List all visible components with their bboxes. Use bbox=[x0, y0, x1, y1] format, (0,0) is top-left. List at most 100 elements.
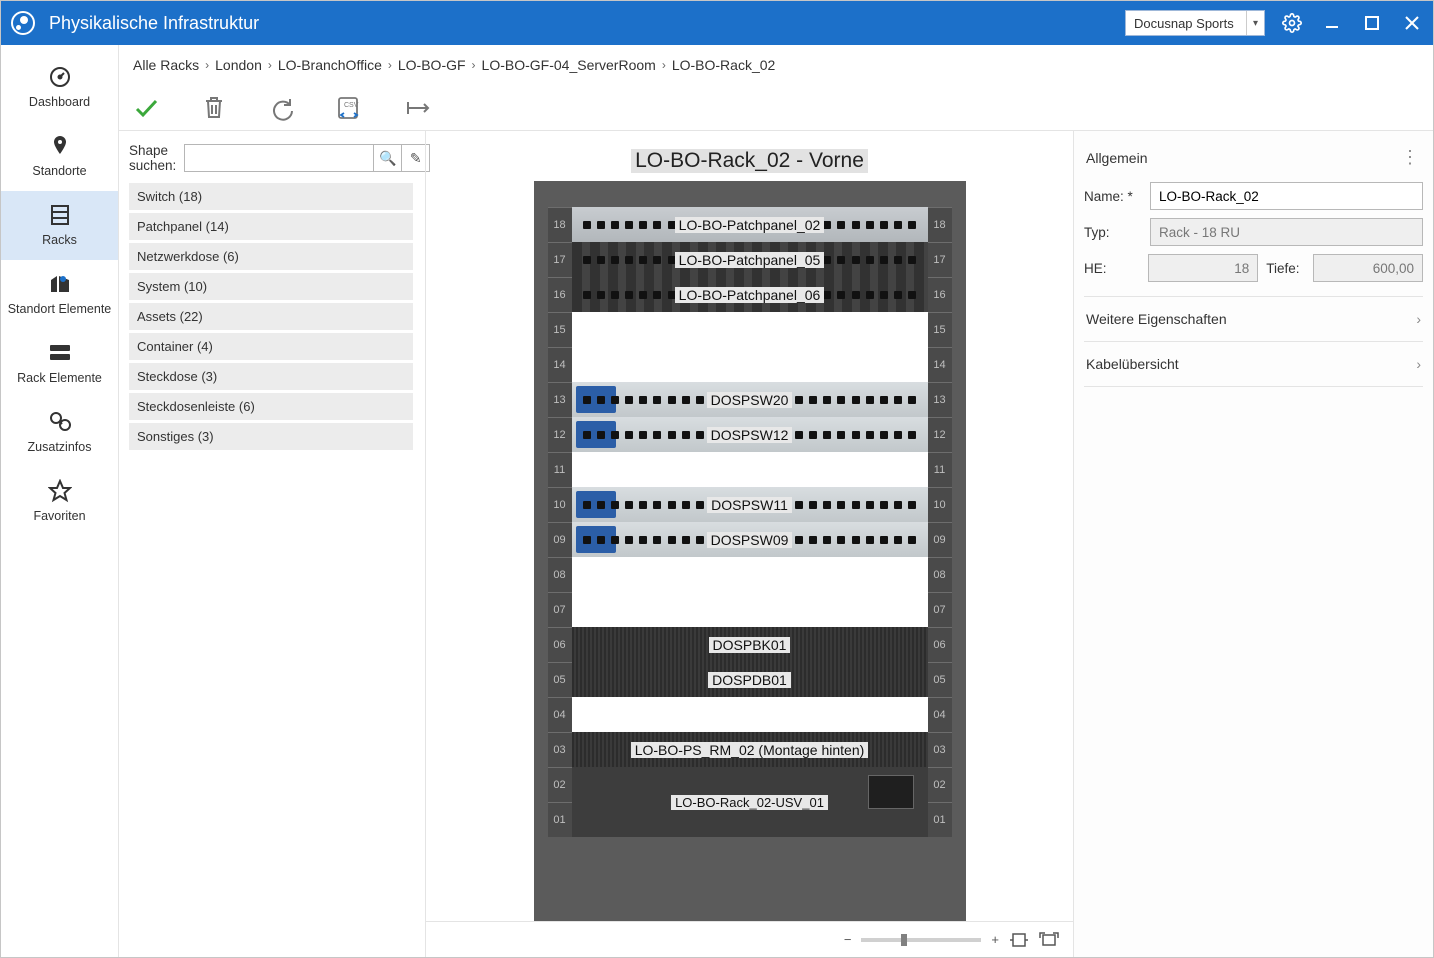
rack-unit[interactable]: 03LO-BO-PS_RM_02 (Montage hinten)03 bbox=[548, 732, 952, 767]
ru-slot[interactable]: DOSPSW20 bbox=[572, 382, 928, 417]
rack-unit[interactable]: 13DOSPSW2013 bbox=[548, 382, 952, 417]
ru-number-left: 0201 bbox=[548, 767, 572, 837]
ru-slot[interactable]: DOSPDB01 bbox=[572, 662, 928, 697]
ru-slot[interactable]: LO-BO-Patchpanel_02 bbox=[572, 207, 928, 242]
ru-slot[interactable]: DOSPSW09 bbox=[572, 522, 928, 557]
building-icon bbox=[5, 270, 114, 298]
shape-row[interactable]: System (10) bbox=[129, 273, 413, 300]
profile-selector[interactable]: Docusnap Sports ▾ bbox=[1125, 10, 1265, 36]
type-label: Typ: bbox=[1084, 225, 1142, 240]
ru-slot[interactable]: LO-BO-Rack_02-USV_01 bbox=[572, 767, 928, 837]
ru-slot[interactable] bbox=[572, 557, 928, 592]
panel-menu-icon[interactable]: ⋮ bbox=[1401, 147, 1421, 168]
ru-slot[interactable]: DOSPBK01 bbox=[572, 627, 928, 662]
rack-unit[interactable]: 1515 bbox=[548, 312, 952, 347]
shape-row[interactable]: Steckdosenleiste (6) bbox=[129, 393, 413, 420]
zoom-out-icon[interactable]: − bbox=[844, 932, 852, 947]
ru-slot[interactable] bbox=[572, 697, 928, 732]
ru-slot[interactable]: DOSPSW11 bbox=[572, 487, 928, 522]
ru-slot[interactable] bbox=[572, 452, 928, 487]
crumb-5[interactable]: LO-BO-Rack_02 bbox=[672, 57, 775, 73]
chevron-right-icon: › bbox=[662, 58, 666, 72]
star-icon bbox=[5, 477, 114, 505]
zoom-bar: − + bbox=[426, 921, 1073, 957]
accordion-more-props[interactable]: Weitere Eigenschaften › bbox=[1084, 296, 1423, 342]
shape-row[interactable]: Netzwerkdose (6) bbox=[129, 243, 413, 270]
expand-button[interactable] bbox=[401, 91, 435, 125]
save-button[interactable] bbox=[129, 91, 163, 125]
delete-button[interactable] bbox=[197, 91, 231, 125]
nav-zusatzinfos[interactable]: Zusatzinfos bbox=[1, 398, 118, 467]
ru-number-left: 06 bbox=[548, 627, 572, 662]
maximize-icon[interactable] bbox=[1361, 12, 1383, 34]
ru-slot[interactable]: LO-BO-Patchpanel_05 bbox=[572, 242, 928, 277]
nav-standort-elemente[interactable]: Standort Elemente bbox=[1, 260, 118, 329]
chevron-right-icon: › bbox=[1416, 356, 1421, 372]
minimize-icon[interactable] bbox=[1321, 12, 1343, 34]
rack-unit[interactable]: 1111 bbox=[548, 452, 952, 487]
ru-slot[interactable] bbox=[572, 347, 928, 382]
shape-row[interactable]: Sonstiges (3) bbox=[129, 423, 413, 450]
title-bar: Physikalische Infrastruktur Docusnap Spo… bbox=[1, 1, 1433, 45]
rack-unit[interactable]: 10DOSPSW1110 bbox=[548, 487, 952, 522]
ru-slot[interactable]: LO-BO-Patchpanel_06 bbox=[572, 277, 928, 312]
shape-row[interactable]: Assets (22) bbox=[129, 303, 413, 330]
ru-number-right: 12 bbox=[928, 417, 952, 452]
gear-icon[interactable] bbox=[1281, 12, 1303, 34]
shape-search-input[interactable] bbox=[185, 145, 373, 171]
nav-standorte[interactable]: Standorte bbox=[1, 122, 118, 191]
rack-unit[interactable]: 06DOSPBK0106 bbox=[548, 627, 952, 662]
refresh-button[interactable] bbox=[265, 91, 299, 125]
crumb-root[interactable]: Alle Racks bbox=[133, 57, 199, 73]
rack-unit[interactable]: 09DOSPSW0909 bbox=[548, 522, 952, 557]
profile-dropdown-icon[interactable]: ▾ bbox=[1246, 11, 1264, 35]
rack-unit[interactable]: 0404 bbox=[548, 697, 952, 732]
close-icon[interactable] bbox=[1401, 12, 1423, 34]
rack-unit[interactable]: 16LO-BO-Patchpanel_0616 bbox=[548, 277, 952, 312]
rack-unit[interactable]: 0707 bbox=[548, 592, 952, 627]
rack-unit[interactable]: 05DOSPDB0105 bbox=[548, 662, 952, 697]
name-field[interactable] bbox=[1150, 182, 1423, 210]
zoom-slider[interactable] bbox=[861, 938, 981, 942]
ru-number-left: 08 bbox=[548, 557, 572, 592]
ru-number-left: 05 bbox=[548, 662, 572, 697]
ru-slot[interactable] bbox=[572, 312, 928, 347]
fit-width-icon[interactable] bbox=[1009, 932, 1029, 948]
crumb-1[interactable]: London bbox=[215, 57, 262, 73]
info-icon bbox=[5, 408, 114, 436]
search-icon[interactable]: 🔍 bbox=[373, 145, 401, 171]
rack-unit[interactable]: 1414 bbox=[548, 347, 952, 382]
ru-slot[interactable]: LO-BO-PS_RM_02 (Montage hinten) bbox=[572, 732, 928, 767]
shape-row[interactable]: Steckdose (3) bbox=[129, 363, 413, 390]
rack-unit[interactable]: 18LO-BO-Patchpanel_0218 bbox=[548, 207, 952, 242]
fit-screen-icon[interactable] bbox=[1039, 932, 1059, 948]
ru-number-right: 09 bbox=[928, 522, 952, 557]
accordion-cable-overview[interactable]: Kabelübersicht › bbox=[1084, 342, 1423, 387]
ru-number-right: 16 bbox=[928, 277, 952, 312]
shape-row[interactable]: Switch (18) bbox=[129, 183, 413, 210]
nav-favoriten[interactable]: Favoriten bbox=[1, 467, 118, 536]
gauge-icon bbox=[5, 63, 114, 91]
ru-number-right: 06 bbox=[928, 627, 952, 662]
rack-canvas[interactable]: LO-BO-Rack_02 - Vorne 18LO-BO-Patchpanel… bbox=[426, 131, 1073, 921]
shape-row[interactable]: Container (4) bbox=[129, 333, 413, 360]
rack-unit[interactable]: 12DOSPSW1212 bbox=[548, 417, 952, 452]
crumb-2[interactable]: LO-BranchOffice bbox=[278, 57, 382, 73]
rack-unit[interactable]: 17LO-BO-Patchpanel_0517 bbox=[548, 242, 952, 277]
ru-number-right: 10 bbox=[928, 487, 952, 522]
nav-rack-elemente[interactable]: Rack Elemente bbox=[1, 329, 118, 398]
crumb-4[interactable]: LO-BO-GF-04_ServerRoom bbox=[482, 57, 656, 73]
panel-heading-general: Allgemein bbox=[1086, 150, 1147, 166]
ru-number-right: 07 bbox=[928, 592, 952, 627]
ru-slot[interactable]: DOSPSW12 bbox=[572, 417, 928, 452]
nav-dashboard[interactable]: Dashboard bbox=[1, 53, 118, 122]
ru-number-left: 09 bbox=[548, 522, 572, 557]
export-csv-button[interactable]: CSV bbox=[333, 91, 367, 125]
rack-unit[interactable]: 0808 bbox=[548, 557, 952, 592]
nav-racks[interactable]: Racks bbox=[1, 191, 118, 260]
rack-unit-ups[interactable]: 0201LO-BO-Rack_02-USV_010201 bbox=[548, 767, 952, 837]
shape-row[interactable]: Patchpanel (14) bbox=[129, 213, 413, 240]
zoom-in-icon[interactable]: + bbox=[991, 932, 999, 947]
crumb-3[interactable]: LO-BO-GF bbox=[398, 57, 466, 73]
ru-slot[interactable] bbox=[572, 592, 928, 627]
